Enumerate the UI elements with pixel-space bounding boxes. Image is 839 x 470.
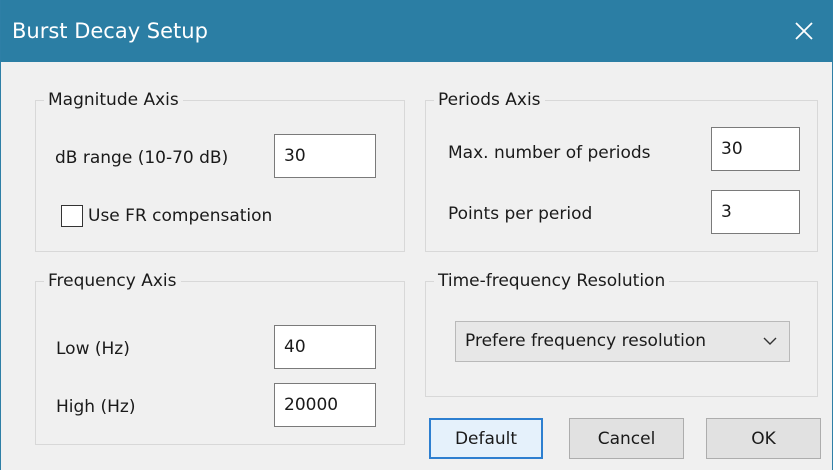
magnitude-axis-group: Magnitude Axis dB range (10-70 dB) Use F…: [35, 89, 405, 252]
max-periods-input[interactable]: [711, 127, 800, 171]
resolution-selected-value: Prefere frequency resolution: [465, 331, 707, 351]
frequency-axis-title: Frequency Axis: [44, 270, 181, 292]
burst-decay-setup-dialog: Burst Decay Setup Magnitude Axis dB rang…: [0, 0, 833, 470]
points-per-period-input[interactable]: [711, 190, 800, 234]
points-per-period-label: Points per period: [448, 204, 593, 224]
max-periods-label: Max. number of periods: [448, 143, 651, 163]
db-range-input[interactable]: [274, 134, 376, 178]
chevron-down-icon: [763, 337, 777, 345]
frequency-axis-group: Frequency Axis Low (Hz) High (Hz): [35, 270, 405, 445]
high-hz-label: High (Hz): [56, 397, 136, 417]
close-icon: [795, 22, 813, 40]
db-range-label: dB range (10-70 dB): [55, 148, 229, 168]
high-hz-input[interactable]: [274, 383, 376, 427]
ok-button[interactable]: OK: [706, 418, 821, 459]
window-title: Burst Decay Setup: [12, 19, 208, 43]
fr-compensation-checkbox[interactable]: [61, 205, 83, 227]
low-hz-input[interactable]: [274, 325, 376, 369]
time-frequency-resolution-title: Time-frequency Resolution: [434, 270, 670, 292]
cancel-button[interactable]: Cancel: [569, 418, 684, 459]
title-bar[interactable]: Burst Decay Setup: [1, 0, 832, 62]
close-button[interactable]: [776, 0, 832, 62]
time-frequency-resolution-group: Time-frequency Resolution Prefere freque…: [425, 270, 818, 397]
resolution-dropdown[interactable]: Prefere frequency resolution: [455, 321, 790, 362]
fr-compensation-label[interactable]: Use FR compensation: [88, 205, 272, 227]
low-hz-label: Low (Hz): [56, 339, 130, 359]
periods-axis-group: Periods Axis Max. number of periods Poin…: [425, 89, 818, 252]
magnitude-axis-title: Magnitude Axis: [44, 89, 183, 111]
periods-axis-title: Periods Axis: [434, 89, 545, 111]
default-button[interactable]: Default: [429, 418, 543, 459]
